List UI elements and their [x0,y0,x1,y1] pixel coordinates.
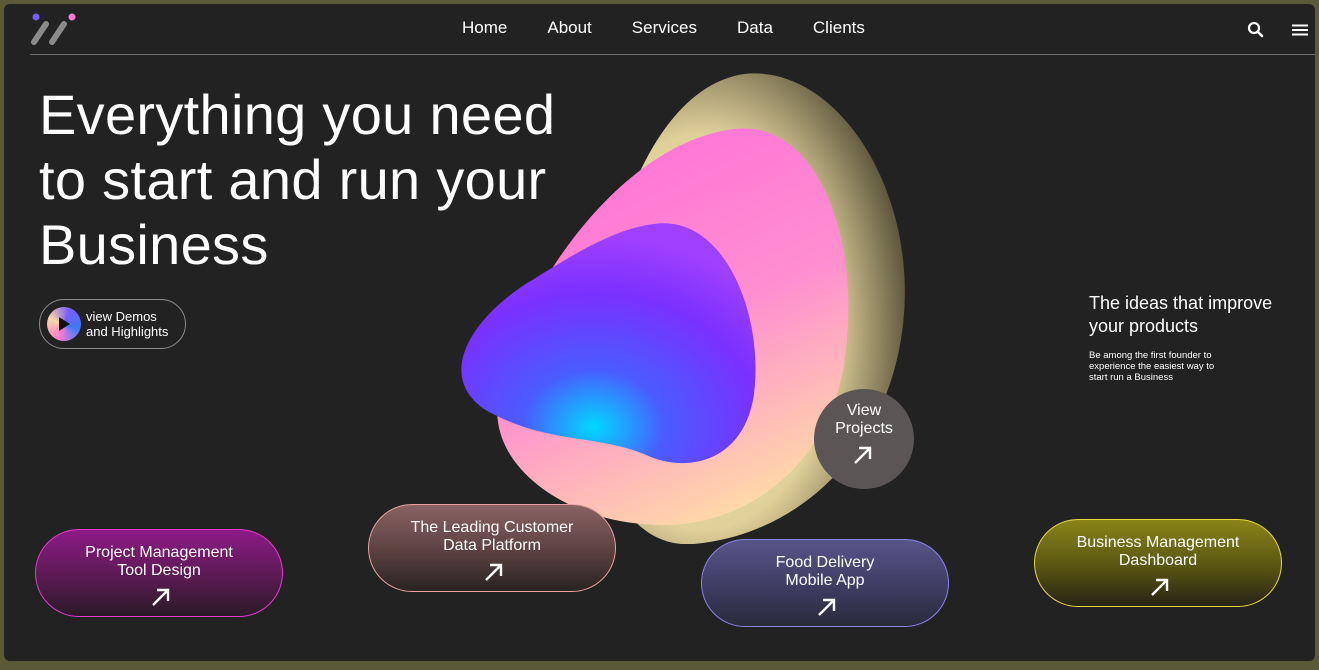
project-card-label: Food Delivery Mobile App [702,554,948,590]
side-text-line: start run a Business [1089,372,1173,383]
project-card-project-management[interactable]: Project Management Tool Design [35,529,283,617]
side-heading-line: your products [1089,316,1199,336]
side-heading-line: The ideas that improve [1089,293,1273,313]
view-projects-button[interactable]: View Projects [814,389,914,489]
play-icon [47,307,81,341]
side-text-line: experience the easiest way to [1089,361,1215,372]
view-projects-line: View [846,402,882,419]
hamburger-menu-icon[interactable] [1290,20,1310,40]
logo-icon[interactable] [30,12,78,48]
project-card-line: The Leading Customer [410,519,574,536]
nav-data[interactable]: Data [737,18,773,38]
project-card-line: Mobile App [785,572,865,589]
side-text: Be among the first founder to experience… [1089,350,1229,383]
arrow-up-right-icon [854,446,872,464]
search-icon[interactable] [1246,20,1266,40]
nav-home[interactable]: Home [462,18,507,38]
demo-label-line: view Demos [86,309,157,324]
project-card-line: Food Delivery [775,554,875,571]
project-card-label: Business Management Dashboard [1035,534,1281,570]
project-card-business-dashboard[interactable]: Business Management Dashboard [1034,519,1282,607]
project-card-label: The Leading Customer Data Platform [369,519,615,555]
project-card-line: Dashboard [1118,552,1198,569]
project-card-food-delivery[interactable]: Food Delivery Mobile App [701,539,949,627]
view-projects-label: View Projects [814,402,914,438]
view-projects-line: Projects [835,420,893,437]
arrow-up-right-icon [485,563,503,581]
project-card-customer-data-platform[interactable]: The Leading Customer Data Platform [368,504,616,592]
nav-about[interactable]: About [547,18,591,38]
main-menu: Home About Services Data Clients [462,18,905,38]
nav-divider [30,54,1315,55]
nav-services[interactable]: Services [632,18,697,38]
side-text-line: Be among the first founder to [1089,350,1212,361]
arrow-up-right-icon [152,588,170,606]
arrow-up-right-icon [1151,578,1169,596]
project-card-line: Project Management [85,544,233,561]
project-card-line: Tool Design [117,562,201,579]
arrow-up-right-icon [818,598,836,616]
project-card-line: Data Platform [443,537,541,554]
side-promo: The ideas that improve your products Be … [1089,292,1299,383]
top-navigation: Home About Services Data Clients [4,4,1315,54]
view-demos-button[interactable]: view Demos and Highlights [39,299,186,349]
nav-clients[interactable]: Clients [813,18,865,38]
side-heading: The ideas that improve your products [1089,292,1299,338]
demo-label-line: and Highlights [86,324,169,339]
page-frame: Home About Services Data Clients Everyth… [4,4,1315,661]
view-demos-label: view Demos and Highlights [86,309,168,339]
project-card-line: Business Management [1076,534,1240,551]
project-card-label: Project Management Tool Design [36,544,282,580]
